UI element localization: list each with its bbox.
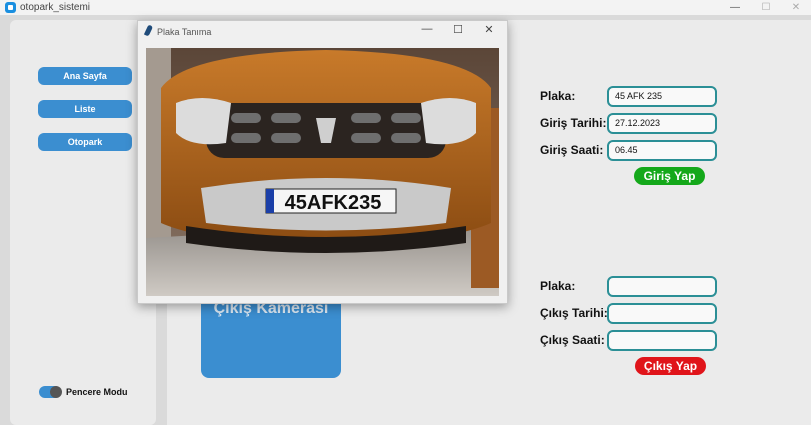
nav-liste-button[interactable]: Liste: [38, 100, 132, 118]
nav-ana-sayfa-button[interactable]: Ana Sayfa: [38, 67, 132, 85]
entry-plate-input[interactable]: 45 AFK 235: [607, 86, 717, 107]
entry-date-label: Giriş Tarihi:: [540, 116, 607, 130]
exit-plate-input[interactable]: [607, 276, 717, 297]
exit-date-input[interactable]: [607, 303, 717, 324]
minimize-button[interactable]: —: [720, 0, 750, 15]
window-mode-switch[interactable]: [39, 386, 62, 398]
entry-time-input[interactable]: 06.45: [607, 140, 717, 161]
exit-date-label: Çıkış Tarihi:: [540, 306, 608, 320]
popup-close-button[interactable]: ✕: [478, 23, 500, 36]
feather-icon: [143, 24, 154, 37]
camera-feed: 45AFK235: [146, 48, 499, 296]
close-button[interactable]: ✕: [781, 0, 811, 15]
exit-time-input[interactable]: [607, 330, 717, 351]
exit-submit-button[interactable]: Çıkış Yap: [635, 357, 706, 375]
popup-title: Plaka Tanıma: [157, 27, 212, 37]
entry-time-label: Giriş Saati:: [540, 143, 604, 157]
app-title: otopark_sistemi: [20, 2, 91, 13]
popup-minimize-button[interactable]: —: [416, 23, 438, 35]
popup-maximize-button[interactable]: ☐: [447, 23, 469, 36]
maximize-button[interactable]: ☐: [751, 0, 781, 15]
entry-plate-label: Plaka:: [540, 89, 576, 103]
entry-submit-button[interactable]: Giriş Yap: [634, 167, 705, 185]
entry-date-input[interactable]: 27.12.2023: [607, 113, 717, 134]
window-mode-label: Pencere Modu: [66, 387, 128, 397]
exit-plate-label: Plaka:: [540, 279, 576, 293]
switch-knob: [50, 386, 62, 398]
plate-recognition-window[interactable]: Plaka Tanıma — ☐ ✕ 45AFK235: [137, 20, 508, 304]
car-photo: 45AFK235: [146, 48, 499, 296]
nav-otopark-button[interactable]: Otopark: [38, 133, 132, 151]
license-plate-text: 45AFK235: [285, 192, 382, 214]
exit-time-label: Çıkış Saati:: [540, 333, 605, 347]
app-icon: [5, 2, 16, 13]
app-title-bar: otopark_sistemi — ☐ ✕: [0, 0, 811, 15]
